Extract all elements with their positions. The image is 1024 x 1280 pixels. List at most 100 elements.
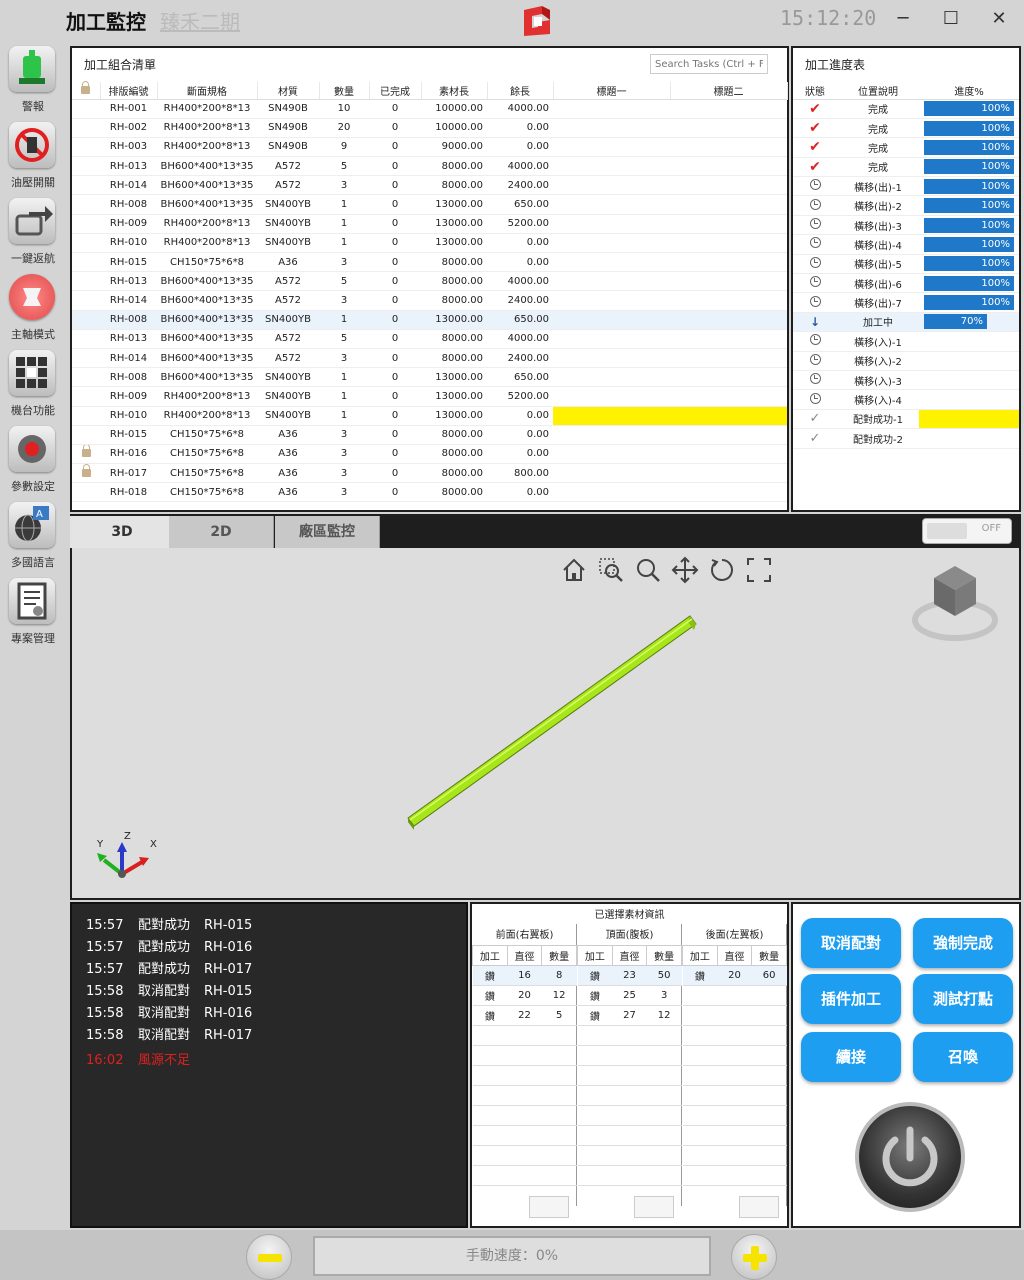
lock-cell[interactable]	[72, 290, 100, 311]
material-row[interactable]: 鑽 20 12	[472, 985, 577, 1006]
progress-row[interactable]: ✓ 配對成功-1	[793, 409, 1019, 430]
sidebar-item-language[interactable]: A 多國語言	[0, 500, 66, 576]
progress-row[interactable]: 橫移(出)-2 100%	[793, 195, 1019, 216]
column-header[interactable]: 材質	[257, 82, 320, 100]
sidebar-item-return-home[interactable]: 一鍵返航	[0, 196, 66, 272]
project-name[interactable]: 臻禾二期	[160, 6, 240, 35]
continue-button[interactable]: 續接	[801, 1032, 901, 1082]
zoom-window-icon[interactable]	[597, 556, 625, 584]
material-row[interactable]: 鑽 25 3	[577, 985, 682, 1006]
material-row[interactable]	[472, 1145, 577, 1166]
table-row[interactable]: RH-008 BH600*400*13*35 SN400YB 1 0 13000.00 65…	[72, 194, 787, 215]
column-header[interactable]: 數量	[319, 82, 370, 100]
lock-cell[interactable]	[72, 214, 100, 234]
progress-row[interactable]: 橫移(入)-2	[793, 351, 1019, 371]
material-row[interactable]	[682, 1165, 787, 1186]
tab-2d[interactable]: 2D	[169, 516, 274, 548]
zoom-icon[interactable]	[634, 556, 662, 584]
column-header[interactable]: 已完成	[369, 82, 422, 100]
progress-row[interactable]: 橫移(出)-6 100%	[793, 273, 1019, 294]
material-row[interactable]	[682, 1085, 787, 1106]
lock-cell[interactable]	[72, 386, 100, 407]
material-row[interactable]: 鑽 23 50	[577, 965, 682, 986]
material-row[interactable]: 鑽 22 5	[472, 1005, 577, 1026]
lock-cell[interactable]	[72, 118, 100, 138]
summon-button[interactable]: 召喚	[913, 1032, 1013, 1082]
table-row[interactable]: RH-009 RH400*200*8*13 SN400YB 1 0 13000.00 520…	[72, 386, 787, 407]
progress-row[interactable]: ✔ 完成 100%	[793, 118, 1019, 139]
table-row[interactable]: RH-015 CH150*75*6*8 A36 3 0 8000.00 0.00	[72, 425, 787, 445]
material-row[interactable]	[577, 1145, 682, 1166]
progress-row[interactable]: ✔ 完成 100%	[793, 157, 1019, 178]
sidebar-item-spindle-mode[interactable]: 主軸模式	[0, 272, 66, 348]
material-row[interactable]	[577, 1105, 682, 1126]
column-header[interactable]: 標題二	[670, 82, 788, 100]
table-row[interactable]: RH-008 BH600*400*13*35 SN400YB 1 0 13000.00 65…	[72, 367, 787, 388]
progress-row[interactable]: 橫移(出)-5 100%	[793, 254, 1019, 275]
lock-cell[interactable]	[72, 156, 100, 177]
lock-cell[interactable]	[72, 367, 100, 388]
maximize-button[interactable]: ☐	[936, 6, 966, 32]
table-row[interactable]: RH-010 RH400*200*8*13 SN400YB 1 0 13000.00 0.0…	[72, 406, 787, 426]
table-row[interactable]: RH-013 BH600*400*13*35 A572 5 0 8000.00 4000.0…	[72, 271, 787, 292]
lock-cell[interactable]	[72, 482, 100, 503]
table-row[interactable]: RH-018 CH150*75*6*8 A36 3 0 8000.00 0.00	[72, 482, 787, 503]
column-header[interactable]: 排版編號	[100, 82, 158, 100]
view-cube[interactable]	[912, 562, 998, 644]
lock-cell[interactable]	[72, 463, 100, 484]
table-row[interactable]: RH-003 RH400*200*8*13 SN490B 9 0 9000.00 0.00	[72, 137, 787, 158]
insert-process-button[interactable]: 插件加工	[801, 974, 901, 1024]
fullscreen-icon[interactable]	[745, 556, 773, 584]
lock-cell[interactable]	[72, 175, 100, 196]
progress-row[interactable]: ✔ 完成 100%	[793, 137, 1019, 158]
material-row[interactable]	[472, 1105, 577, 1126]
lock-cell[interactable]	[72, 329, 100, 349]
progress-row[interactable]: 橫移(出)-3 100%	[793, 215, 1019, 236]
progress-row[interactable]: ✔ 完成 100%	[793, 99, 1019, 119]
table-row[interactable]: RH-008 BH600*400*13*35 SN400YB 1 0 13000.00 65…	[72, 310, 787, 330]
column-header[interactable]: 餘長	[487, 82, 554, 100]
sidebar-item-alarm[interactable]: 警報	[0, 44, 66, 120]
material-row[interactable]	[682, 1065, 787, 1086]
progress-row[interactable]: 橫移(出)-7 100%	[793, 292, 1019, 313]
lock-cell[interactable]	[72, 348, 100, 369]
progress-row[interactable]: 橫移(入)-3	[793, 370, 1019, 391]
material-row[interactable]	[577, 1025, 682, 1046]
material-row[interactable]: 鑽 16 8	[472, 965, 577, 986]
tab-factory-monitor[interactable]: 廠區監控	[275, 516, 380, 548]
table-row[interactable]: RH-013 BH600*400*13*35 A572 5 0 8000.00 4000.0…	[72, 329, 787, 349]
material-row[interactable]	[682, 1125, 787, 1146]
table-row[interactable]: RH-002 RH400*200*8*13 SN490B 20 0 10000.00 0.0…	[72, 118, 787, 138]
material-row[interactable]: 鑽 27 12	[577, 1005, 682, 1026]
progress-row[interactable]: 橫移(入)-1	[793, 331, 1019, 352]
sidebar-item-machine-functions[interactable]: 機台功能	[0, 348, 66, 424]
test-mark-button[interactable]: 測試打點	[913, 974, 1013, 1024]
table-row[interactable]: RH-016 CH150*75*6*8 A36 3 0 8000.00 0.00	[72, 444, 787, 465]
home-icon[interactable]	[560, 556, 588, 584]
table-row[interactable]: RH-014 BH600*400*13*35 A572 3 0 8000.00 2400.0…	[72, 290, 787, 311]
material-row[interactable]	[577, 1085, 682, 1106]
minimize-button[interactable]: ─	[888, 6, 918, 32]
sidebar-item-parameter-settings[interactable]: 參數設定	[0, 424, 66, 500]
pan-icon[interactable]	[671, 556, 699, 584]
cancel-match-button[interactable]: 取消配對	[801, 918, 901, 968]
material-row[interactable]	[577, 1125, 682, 1146]
table-row[interactable]: RH-013 BH600*400*13*35 A572 5 0 8000.00 4000.0…	[72, 156, 787, 177]
h-beam-model[interactable]	[392, 608, 712, 838]
lock-cell[interactable]	[72, 99, 100, 119]
material-row[interactable]	[682, 1025, 787, 1046]
material-row[interactable]	[682, 1105, 787, 1126]
lock-cell[interactable]	[72, 444, 100, 465]
material-row[interactable]	[577, 1065, 682, 1086]
sidebar-item-hydraulic[interactable]: 油壓開關	[0, 120, 66, 196]
material-row[interactable]: 鑽 20 60	[682, 965, 787, 986]
progress-row[interactable]: 橫移(出)-1 100%	[793, 176, 1019, 197]
progress-row[interactable]: 橫移(出)-4 100%	[793, 234, 1019, 255]
material-row[interactable]	[682, 1145, 787, 1166]
power-button[interactable]	[855, 1102, 965, 1212]
material-row[interactable]	[577, 1165, 682, 1186]
table-row[interactable]: RH-014 BH600*400*13*35 A572 3 0 8000.00 2400.0…	[72, 175, 787, 196]
material-row[interactable]	[472, 1045, 577, 1066]
material-row[interactable]	[472, 1025, 577, 1046]
table-row[interactable]: RH-010 RH400*200*8*13 SN400YB 1 0 13000.00 0.0…	[72, 233, 787, 254]
